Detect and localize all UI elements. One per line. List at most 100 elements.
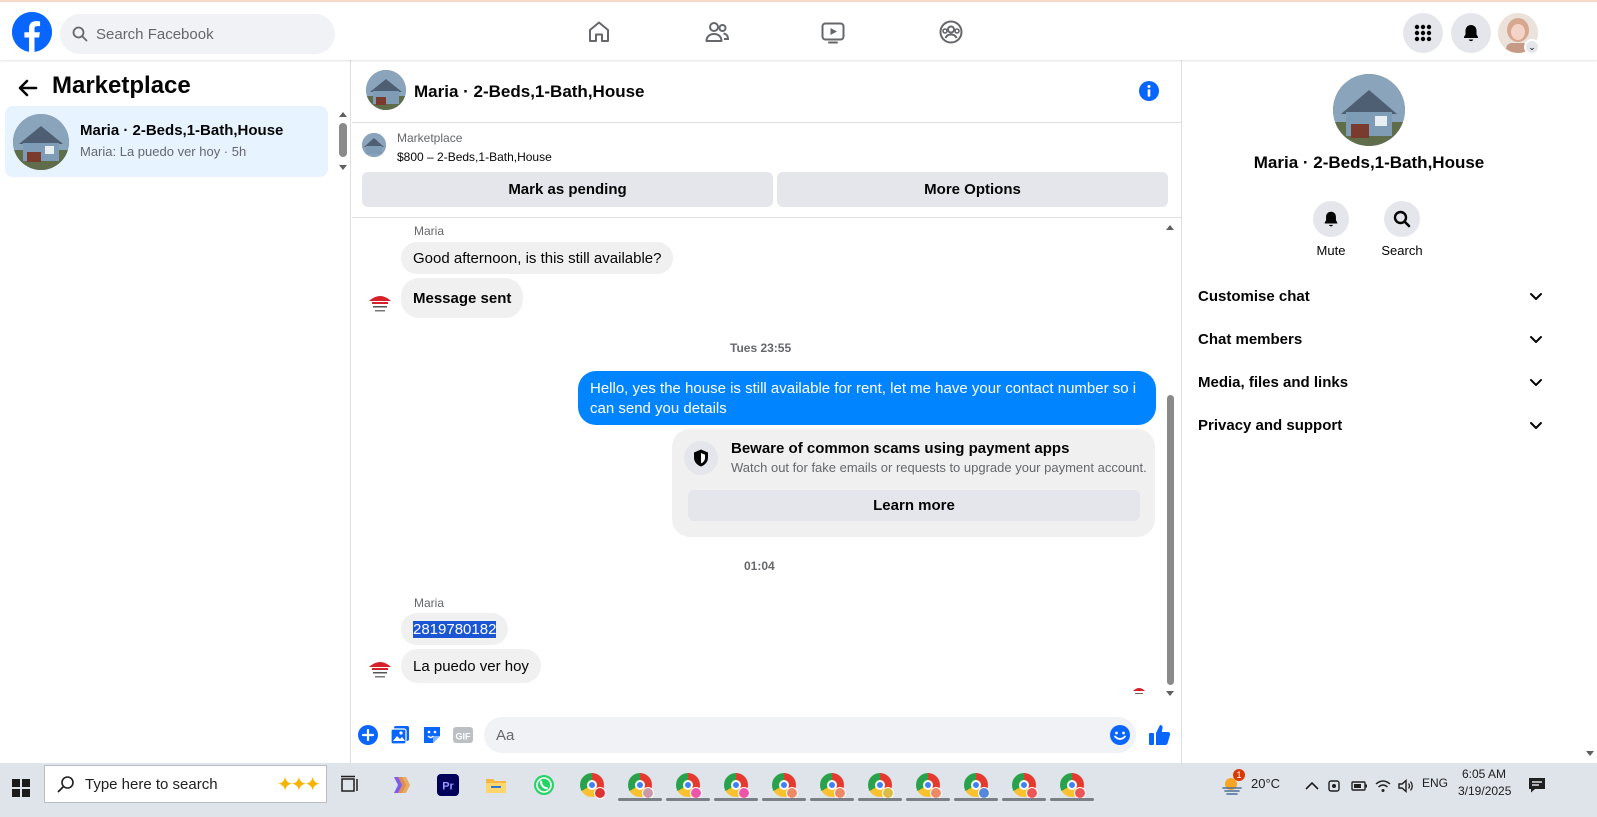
task-view-icon[interactable]	[334, 769, 366, 801]
scroll-down-arrow-icon[interactable]	[1165, 690, 1175, 698]
thumbs-up-like-icon[interactable]	[1147, 722, 1173, 748]
premiere-pro-app-icon[interactable]: Pr	[432, 769, 464, 801]
chrome-profile-10-icon[interactable]	[1008, 769, 1040, 801]
windows-start-icon[interactable]	[10, 777, 32, 799]
chrome-profile-7-icon[interactable]	[864, 769, 896, 801]
listing-thumbnail[interactable]	[362, 133, 386, 157]
attach-photo-icon[interactable]	[389, 724, 411, 746]
listing-price[interactable]: $800 – 2-Beds,1-Bath,House	[397, 150, 552, 164]
system-clock-date[interactable]: 3/19/2025	[1458, 784, 1511, 798]
chevron-down-icon	[1530, 336, 1542, 343]
add-more-plus-icon[interactable]	[357, 724, 379, 746]
notifications-bell-icon[interactable]	[1451, 13, 1491, 53]
active-app-indicator	[666, 798, 710, 801]
taskbar-search-box[interactable]: Type here to search ✦✦✦	[44, 765, 327, 803]
notification-center-icon[interactable]	[1527, 775, 1547, 795]
chrome-profile-1-icon[interactable]	[576, 769, 608, 801]
message-timestamp: 01:04	[744, 559, 775, 573]
chrome-profile-8-icon[interactable]	[912, 769, 944, 801]
facebook-search-box[interactable]	[60, 14, 335, 54]
chat-scrollbar-thumb[interactable]	[1167, 395, 1174, 685]
search-icon	[72, 26, 88, 42]
selected-phone-number[interactable]: 2819780182	[413, 620, 497, 638]
message-timestamp: Tues 23:55	[730, 341, 792, 355]
friends-icon[interactable]	[701, 16, 733, 48]
file-explorer-app-icon[interactable]	[480, 769, 512, 801]
message-bubble-incoming[interactable]: Message sent	[401, 278, 524, 318]
scroll-down-arrow-icon[interactable]	[338, 164, 348, 172]
temperature-readout[interactable]: 20°C	[1251, 776, 1280, 791]
chat-title[interactable]: Maria · 2-Beds,1-Bath,House	[414, 82, 645, 102]
learn-more-button[interactable]: Learn more	[688, 490, 1140, 521]
facebook-logo-icon[interactable]	[12, 12, 52, 52]
scam-warning-description: Watch out for fake emails or requests to…	[731, 460, 1147, 475]
sender-avatar[interactable]	[366, 655, 394, 683]
wifi-icon[interactable]	[1374, 777, 1392, 795]
volume-speaker-icon[interactable]	[1397, 777, 1415, 795]
whatsapp-app-icon[interactable]	[528, 769, 560, 801]
active-app-indicator	[810, 798, 854, 801]
groups-icon[interactable]	[935, 16, 967, 48]
active-app-indicator	[1002, 798, 1046, 801]
active-app-indicator	[954, 798, 998, 801]
svg-text:GIF: GIF	[456, 732, 472, 742]
more-options-button[interactable]: More Options	[777, 172, 1168, 207]
search-label: Search	[1381, 243, 1423, 258]
chrome-profile-3-icon[interactable]	[672, 769, 704, 801]
input-language-indicator[interactable]: ENG	[1422, 776, 1448, 790]
sticker-icon[interactable]	[421, 724, 443, 746]
chat-header-avatar[interactable]	[366, 70, 406, 110]
active-app-indicator	[858, 798, 902, 801]
show-hidden-icons-chevron-up-icon[interactable]	[1303, 777, 1321, 795]
menu-grid-icon[interactable]	[1403, 13, 1443, 53]
details-avatar[interactable]	[1333, 74, 1405, 146]
chrome-profile-4-icon[interactable]	[720, 769, 752, 801]
chrome-profile-9-icon[interactable]	[960, 769, 992, 801]
system-clock-time[interactable]: 6:05 AM	[1462, 767, 1506, 781]
message-bubble-incoming[interactable]: 2819780182	[401, 613, 509, 645]
facebook-search-input[interactable]	[96, 25, 316, 43]
copilot-app-icon[interactable]	[384, 769, 416, 801]
battery-icon[interactable]	[1350, 777, 1368, 795]
copilot-sparkle-icon: ✦✦✦	[276, 774, 321, 796]
page-scroll-down-arrow-icon[interactable]	[1585, 750, 1595, 758]
chrome-profile-11-icon[interactable]	[1056, 769, 1088, 801]
watch-icon[interactable]	[817, 16, 849, 48]
back-arrow-icon[interactable]	[16, 76, 40, 100]
conversation-info-icon[interactable]	[1138, 80, 1160, 102]
sender-avatar[interactable]	[366, 289, 394, 317]
sender-name: Maria	[414, 224, 445, 238]
house-listing-avatar	[13, 114, 69, 170]
scam-warning-title: Beware of common scams using payment app…	[731, 440, 1070, 457]
scroll-up-arrow-icon[interactable]	[338, 110, 348, 118]
conversations-scrollbar-thumb[interactable]	[339, 123, 347, 157]
chrome-profile-2-icon[interactable]	[624, 769, 656, 801]
media-files-links-section[interactable]: Media, files and links	[1198, 362, 1544, 402]
section-label: Privacy and support	[1198, 416, 1343, 434]
camera-tray-icon[interactable]	[1326, 777, 1344, 795]
chat-members-section[interactable]: Chat members	[1198, 319, 1544, 359]
search-in-conversation-button[interactable]: Search	[1372, 201, 1432, 258]
customise-chat-section[interactable]: Customise chat	[1198, 276, 1544, 316]
chevron-down-icon	[1530, 422, 1542, 429]
listing-source: Marketplace	[397, 131, 463, 145]
gif-icon[interactable]: GIF	[452, 724, 474, 746]
mute-button[interactable]: Mute	[1301, 201, 1361, 258]
chrome-profile-6-icon[interactable]	[816, 769, 848, 801]
message-list: Maria Good afternoon, is this still avai…	[352, 219, 1181, 705]
chrome-profile-5-icon[interactable]	[768, 769, 800, 801]
section-label: Media, files and links	[1198, 373, 1349, 391]
scroll-up-arrow-icon[interactable]	[1165, 223, 1175, 231]
mark-as-pending-button[interactable]: Mark as pending	[362, 172, 773, 207]
privacy-support-section[interactable]: Privacy and support	[1198, 405, 1544, 445]
message-bubble-outgoing[interactable]: Hello, yes the house is still available …	[578, 371, 1156, 425]
message-bubble-incoming[interactable]: La puedo ver hoy	[401, 649, 541, 683]
message-bubble-incoming[interactable]: Good afternoon, is this still available?	[401, 242, 674, 274]
account-chevron-down-icon[interactable]: ⌄	[1524, 39, 1540, 55]
conversation-item[interactable]: Maria · 2-Beds,1-Bath,House Maria: La pu…	[5, 106, 328, 177]
scam-warning-card: Beware of common scams using payment app…	[672, 429, 1155, 537]
marketplace-listing-bar: Marketplace $800 – 2-Beds,1-Bath,House M…	[352, 123, 1181, 218]
message-input[interactable]	[484, 717, 1136, 753]
emoji-icon[interactable]	[1109, 724, 1131, 746]
home-icon[interactable]	[583, 16, 615, 48]
